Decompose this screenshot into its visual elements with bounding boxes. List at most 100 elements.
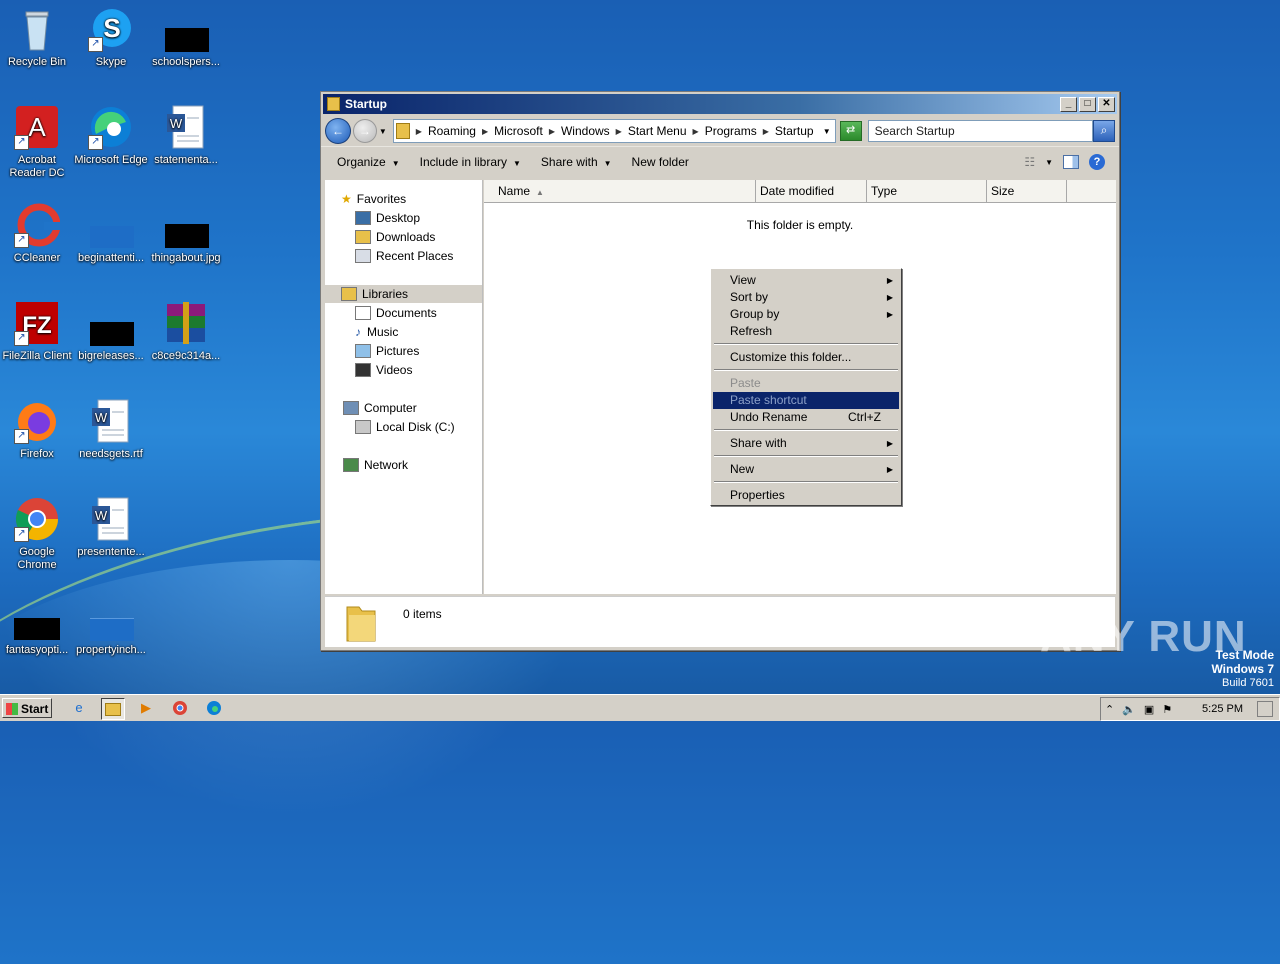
desktop-icon-presentente[interactable]: W presentente...: [74, 496, 148, 559]
start-button[interactable]: Start: [2, 698, 52, 718]
chrome-taskbar-icon[interactable]: [169, 698, 191, 718]
column-label: Name: [498, 184, 531, 198]
edge-taskbar-icon[interactable]: [203, 698, 225, 718]
menu-item-properties[interactable]: Properties: [713, 487, 899, 504]
column-type[interactable]: Type: [867, 180, 987, 202]
minimize-button[interactable]: _: [1060, 96, 1077, 112]
back-button[interactable]: ←: [325, 118, 351, 144]
internet-explorer-icon[interactable]: e: [68, 698, 90, 718]
nav-videos[interactable]: Videos: [355, 361, 412, 379]
nav-network[interactable]: Network: [343, 456, 408, 474]
search-icon[interactable]: ⌕: [1093, 120, 1115, 142]
nav-music[interactable]: ♪ Music: [355, 323, 398, 341]
breadcrumb-roaming[interactable]: Roaming: [428, 124, 476, 138]
desktop-icon-acrobat[interactable]: A ↗ Acrobat Reader DC: [0, 104, 74, 180]
menu-item-share-with[interactable]: Share with ▶: [713, 435, 899, 452]
desktop-icon-statementa[interactable]: W statementa...: [149, 104, 223, 167]
desktop-icon-chrome[interactable]: ↗ Google Chrome: [0, 496, 74, 572]
explorer-taskbar-icon[interactable]: [101, 698, 125, 720]
word-document-icon: W: [163, 104, 209, 150]
clock[interactable]: 5:25 PM: [1202, 698, 1243, 720]
change-view-icon[interactable]: ☷: [1024, 155, 1035, 169]
menu-item-undo-rename[interactable]: Undo Rename Ctrl+Z: [713, 409, 899, 426]
include-in-library-button[interactable]: Include in library ▼: [410, 155, 531, 169]
recent-pages-chevron-icon[interactable]: ▼: [379, 127, 387, 136]
breadcrumb-windows[interactable]: Windows: [561, 124, 610, 138]
desktop-icon-ccleaner[interactable]: ↗ CCleaner: [0, 202, 74, 265]
desktop-icon-skype[interactable]: S ↗ Skype: [74, 6, 148, 69]
nav-desktop[interactable]: Desktop: [355, 209, 420, 227]
menu-separator: [714, 481, 898, 483]
column-name[interactable]: Name ▲: [484, 180, 756, 202]
show-desktop-button[interactable]: [1257, 701, 1273, 717]
title-bar[interactable]: Startup _ □ ✕: [323, 94, 1117, 114]
desktop-icon-label: beginattenti...: [77, 252, 145, 264]
desktop-icon-bigreleases[interactable]: bigreleases...: [74, 300, 148, 363]
nav-downloads[interactable]: Downloads: [355, 228, 435, 246]
chevron-right-icon[interactable]: ▶: [416, 127, 422, 136]
menu-item-view[interactable]: View ▶: [713, 272, 899, 289]
menu-item-sort-by[interactable]: Sort by ▶: [713, 289, 899, 306]
forward-button[interactable]: →: [352, 119, 377, 143]
nav-local-disk[interactable]: Local Disk (C:): [355, 418, 455, 436]
new-folder-button[interactable]: New folder: [622, 155, 699, 169]
breadcrumb-startup[interactable]: Startup: [775, 124, 814, 138]
nav-label: Downloads: [376, 230, 436, 244]
breadcrumb-start-menu[interactable]: Start Menu: [628, 124, 687, 138]
refresh-button[interactable]: ⇄: [839, 121, 862, 141]
preview-pane-icon[interactable]: [1063, 155, 1079, 169]
menu-item-customize[interactable]: Customize this folder...: [713, 349, 899, 366]
breadcrumb-programs[interactable]: Programs: [705, 124, 757, 138]
desktop-icon-needsgets[interactable]: W needsgets.rtf: [74, 398, 148, 461]
nav-libraries[interactable]: Libraries: [325, 285, 482, 303]
view-options-chevron-icon[interactable]: ▼: [1045, 158, 1053, 167]
search-input[interactable]: Search Startup: [867, 120, 1094, 142]
menu-label: Share with: [730, 436, 787, 450]
empty-folder-message: This folder is empty.: [746, 218, 854, 232]
chevron-right-icon[interactable]: ▶: [482, 127, 488, 136]
desktop-icon-filezilla[interactable]: FZ ↗ FileZilla Client: [0, 300, 74, 363]
close-button[interactable]: ✕: [1098, 96, 1115, 112]
desktop-icon-c8ce9c314a[interactable]: c8ce9c314a...: [149, 300, 223, 363]
organize-button[interactable]: Organize ▼: [327, 155, 410, 169]
nav-recent-places[interactable]: Recent Places: [355, 247, 453, 265]
menu-item-paste-shortcut[interactable]: Paste shortcut: [713, 392, 899, 409]
chevron-right-icon[interactable]: ▶: [616, 127, 622, 136]
menu-item-new[interactable]: New ▶: [713, 461, 899, 478]
chrome-icon: ↗: [14, 496, 60, 542]
nav-favorites[interactable]: ★ Favorites: [341, 190, 406, 208]
nav-documents[interactable]: Documents: [355, 304, 437, 322]
nav-pictures[interactable]: Pictures: [355, 342, 419, 360]
desktop-icon-label: propertyinch...: [76, 644, 146, 656]
chevron-right-icon[interactable]: ▶: [549, 127, 555, 136]
desktop-icon-propertyinch[interactable]: propertyinch...: [74, 604, 148, 657]
desktop-icon-recycle-bin[interactable]: Recycle Bin: [0, 6, 74, 69]
media-player-icon[interactable]: ▶: [135, 698, 157, 718]
network-tray-icon[interactable]: ▣: [1144, 703, 1154, 716]
desktop-icon-schoolspers[interactable]: schoolspers...: [149, 6, 223, 69]
acrobat-icon: A ↗: [14, 104, 60, 150]
volume-icon[interactable]: 🔈: [1122, 703, 1136, 716]
desktop-icon-fantasyopti[interactable]: fantasyopti...: [0, 604, 74, 657]
address-bar[interactable]: ▶ Roaming ▶ Microsoft ▶ Windows ▶ Start …: [392, 119, 836, 143]
column-date-modified[interactable]: Date modified: [756, 180, 867, 202]
chevron-right-icon[interactable]: ▶: [693, 127, 699, 136]
nav-label: Local Disk (C:): [376, 420, 455, 434]
menu-item-refresh[interactable]: Refresh: [713, 323, 899, 340]
help-icon[interactable]: ?: [1089, 154, 1105, 170]
maximize-button[interactable]: □: [1079, 96, 1096, 112]
nav-computer[interactable]: Computer: [343, 399, 417, 417]
desktop-icon-beginattenti[interactable]: beginattenti...: [74, 202, 148, 265]
desktop-icon-thingabout[interactable]: thingabout.jpg: [149, 202, 223, 265]
address-dropdown-icon[interactable]: ▼: [823, 127, 831, 136]
share-with-button[interactable]: Share with ▼: [531, 155, 622, 169]
column-size[interactable]: Size: [987, 180, 1067, 202]
action-center-flag-icon[interactable]: ⚑: [1162, 703, 1172, 716]
desktop-icon-label: Microsoft Edge: [74, 154, 148, 166]
chevron-right-icon[interactable]: ▶: [763, 127, 769, 136]
menu-item-group-by[interactable]: Group by ▶: [713, 306, 899, 323]
breadcrumb-microsoft[interactable]: Microsoft: [494, 124, 543, 138]
desktop-icon-firefox[interactable]: ↗ Firefox: [0, 398, 74, 461]
show-hidden-icons-icon[interactable]: ⌃: [1105, 703, 1114, 716]
desktop-icon-edge[interactable]: ↗ Microsoft Edge: [74, 104, 148, 167]
